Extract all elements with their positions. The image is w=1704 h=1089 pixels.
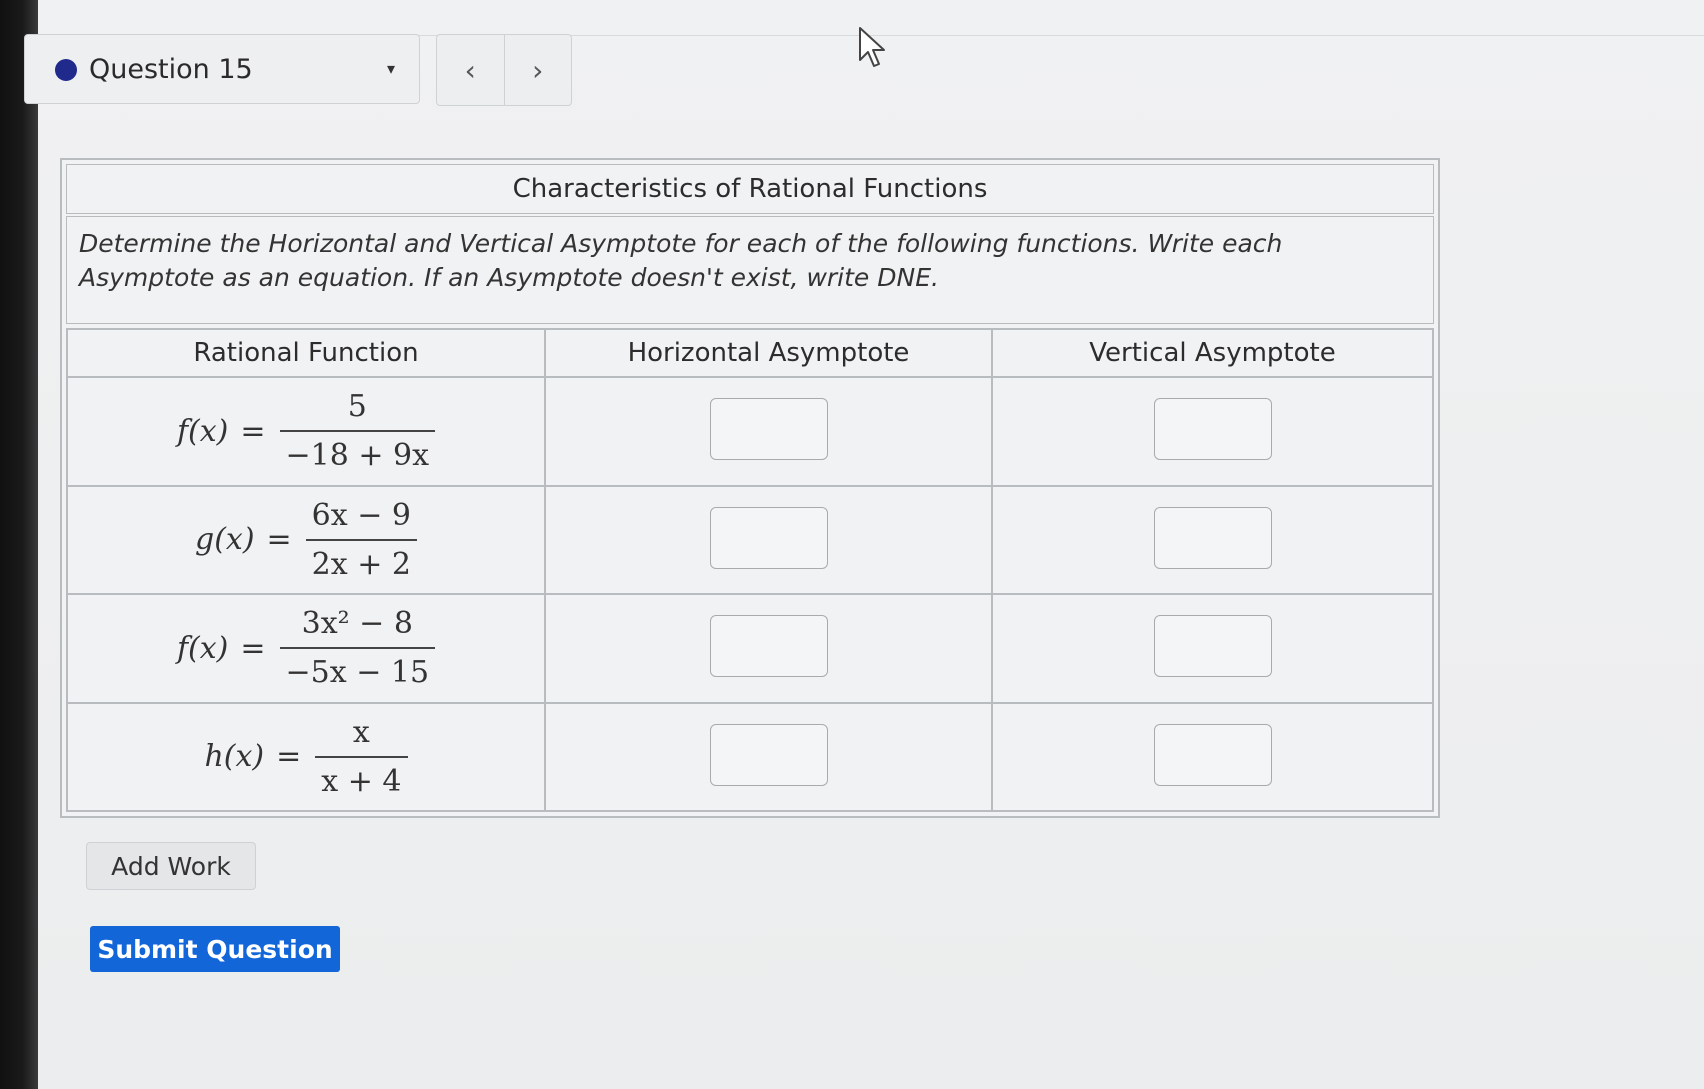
denominator: x + 4 [315,755,408,799]
asymptote-table: Rational Function Horizontal Asymptote V… [66,328,1434,812]
function-expression: f(x) = 5 −18 + 9x [176,389,436,473]
equals-sign: = [276,739,302,775]
mouse-cursor-icon [859,27,885,67]
vertical-asymptote-cell [991,484,1434,595]
numerator: 5 [347,389,367,425]
table-row: f(x) = 5 −18 + 9x [66,376,1434,487]
fraction: 3x² − 8 −5x − 15 [279,606,436,690]
denominator: −5x − 15 [279,647,436,690]
instructions: Determine the Horizontal and Vertical As… [66,216,1434,324]
chevron-left-icon: ‹ [464,53,476,87]
horizontal-asymptote-cell [544,376,993,487]
function-name: h(x) [204,739,265,775]
vertical-asymptote-input[interactable] [1153,506,1272,569]
numerator: 3x² − 8 [301,606,413,642]
horizontal-asymptote-cell [544,484,993,595]
equals-sign: = [240,413,266,449]
question-card: Characteristics of Rational Functions De… [60,158,1440,818]
function-name: f(x) [176,630,229,666]
function-name: g(x) [195,522,255,558]
previous-question-button[interactable]: ‹ [437,35,504,105]
fraction: 5 −18 + 9x [279,389,436,473]
function-expression: g(x) = 6x − 9 2x + 2 [195,498,417,582]
function-cell: h(x) = x x + 4 [66,701,546,812]
column-header-vertical-asymptote: Vertical Asymptote [991,328,1434,378]
question-label: Question 15 [89,54,253,85]
fraction: 6x − 9 2x + 2 [305,497,417,582]
next-question-button[interactable]: › [503,35,572,105]
vertical-asymptote-cell [991,701,1434,812]
horizontal-asymptote-input[interactable] [709,398,828,461]
denominator: 2x + 2 [305,538,417,582]
fraction: x x + 4 [315,714,408,799]
function-cell: f(x) = 3x² − 8 −5x − 15 [66,593,546,704]
equals-sign: = [240,630,266,666]
chevron-right-icon: › [532,53,544,87]
vertical-asymptote-cell [991,376,1434,487]
denominator: −18 + 9x [279,430,436,473]
horizontal-asymptote-cell [544,593,993,704]
card-title: Characteristics of Rational Functions [66,164,1434,214]
horizontal-asymptote-cell [544,701,993,812]
vertical-asymptote-input[interactable] [1153,615,1272,678]
caret-down-icon: ▾ [387,59,396,78]
function-name: f(x) [176,413,229,449]
status-dot-icon [55,59,77,81]
equals-sign: = [266,522,292,558]
column-header-horizontal-asymptote: Horizontal Asymptote [544,328,993,378]
vertical-asymptote-input[interactable] [1153,723,1272,786]
vertical-asymptote-input[interactable] [1153,398,1272,461]
function-cell: f(x) = 5 −18 + 9x [66,376,546,487]
function-cell: g(x) = 6x − 9 2x + 2 [66,484,546,595]
question-selector[interactable]: Question 15 ▾ [24,34,420,104]
horizontal-asymptote-input[interactable] [709,615,828,678]
add-work-button[interactable]: Add Work [86,842,256,890]
horizontal-asymptote-input[interactable] [709,723,828,786]
numerator: 6x − 9 [311,497,411,533]
function-expression: h(x) = x x + 4 [204,714,408,799]
numerator: x [352,714,370,750]
horizontal-asymptote-input[interactable] [709,506,828,569]
submit-question-button[interactable]: Submit Question [90,926,340,972]
table-row: h(x) = x x + 4 [66,701,1434,812]
vertical-asymptote-cell [991,593,1434,704]
table-row: g(x) = 6x − 9 2x + 2 [66,484,1434,595]
question-nav: ‹ › [436,34,572,106]
table-row: f(x) = 3x² − 8 −5x − 15 [66,593,1434,704]
column-header-rational-function: Rational Function [66,328,546,378]
function-expression: f(x) = 3x² − 8 −5x − 15 [176,606,436,690]
screen-bezel [0,0,38,1089]
